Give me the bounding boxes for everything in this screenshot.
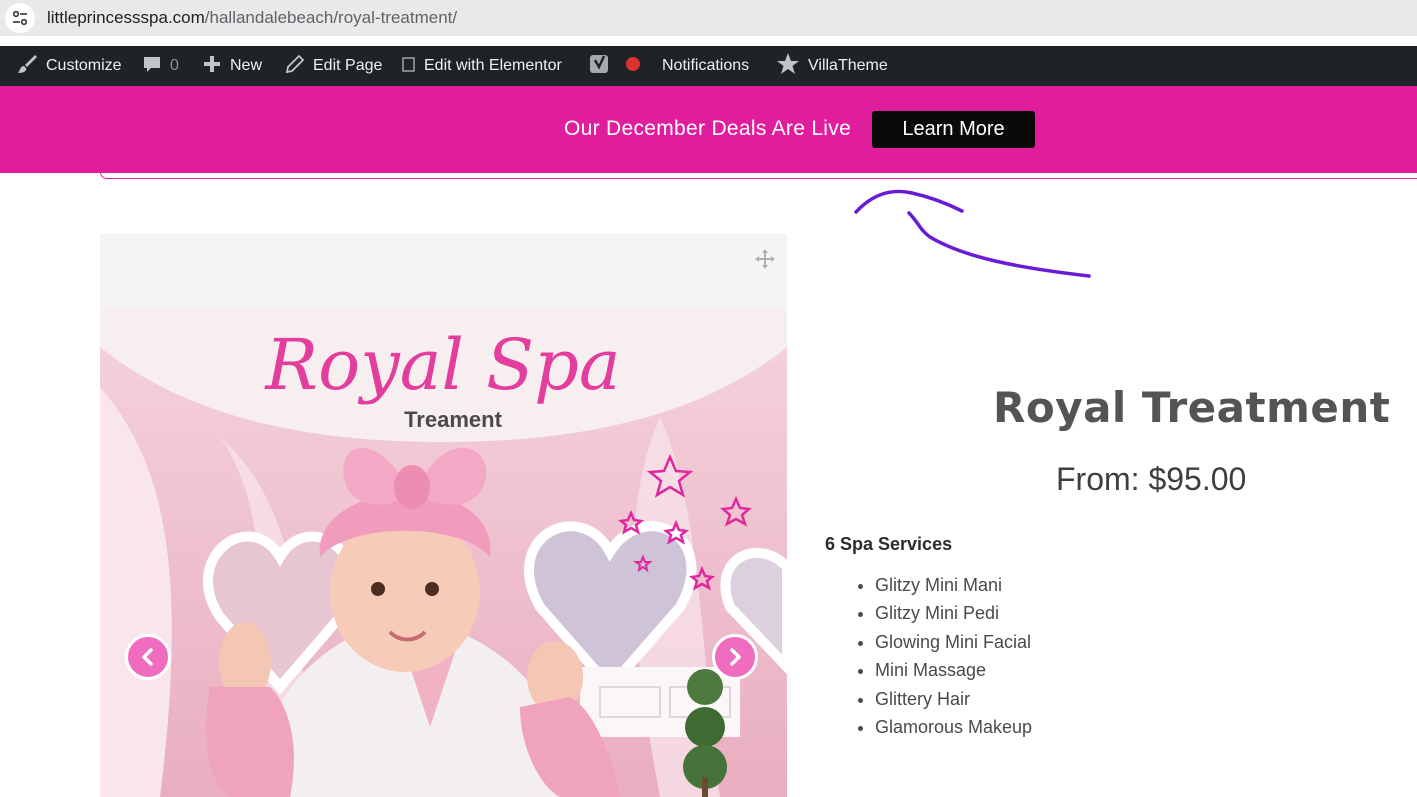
- wp-admin-bar: Customize 0 New Edit Page Edit with Elem…: [0, 46, 1417, 86]
- url-path: /hallandalebeach/royal-treatment/: [204, 8, 458, 27]
- services-heading: 6 Spa Services: [825, 534, 953, 554]
- customize-label: Customize: [46, 57, 122, 74]
- notifications-link[interactable]: Notifications: [654, 46, 749, 86]
- villatheme-label: VillaTheme: [808, 57, 888, 74]
- move-icon[interactable]: [754, 248, 776, 275]
- browser-address-bar[interactable]: littleprincessspa.com/hallandalebeach/ro…: [0, 0, 1417, 36]
- pencil-icon: [285, 54, 305, 79]
- edit-elementor-link[interactable]: Edit with Elementor: [402, 46, 562, 86]
- service-item: Glitzy Mini Mani: [875, 572, 1032, 600]
- comments-count: 0: [170, 57, 179, 74]
- edit-page-link[interactable]: Edit Page: [285, 46, 382, 86]
- gallery-next-button[interactable]: [712, 634, 758, 680]
- brush-icon: [16, 53, 38, 80]
- villatheme-link[interactable]: VillaTheme: [776, 46, 888, 86]
- image-title-text: Royal Spa: [263, 324, 620, 406]
- customize-link[interactable]: Customize: [16, 46, 122, 86]
- site-info-icon[interactable]: [5, 3, 35, 33]
- status-dot-icon: [625, 56, 641, 77]
- url-text[interactable]: littleprincessspa.com/hallandalebeach/ro…: [47, 8, 457, 28]
- yoast-link[interactable]: [589, 46, 641, 86]
- product-gallery: Royal Spa Treament: [100, 234, 787, 797]
- service-item: Mini Massage: [875, 657, 1032, 685]
- product-image: Royal Spa Treament: [100, 307, 787, 797]
- url-domain: littleprincessspa.com: [47, 8, 205, 27]
- header-divider: [100, 172, 1417, 179]
- comments-link[interactable]: 0: [142, 46, 179, 86]
- star-icon: [776, 52, 800, 81]
- service-item: Glamorous Makeup: [875, 714, 1032, 742]
- comment-icon: [142, 54, 162, 79]
- product-title: Royal Treatment: [993, 383, 1391, 432]
- browser-spacer: [0, 36, 1417, 46]
- notifications-label: Notifications: [662, 57, 750, 74]
- learn-more-button[interactable]: Learn More: [872, 111, 1035, 148]
- gallery-prev-button[interactable]: [125, 634, 171, 680]
- new-link[interactable]: New: [202, 46, 262, 86]
- image-subtitle-text: Treament: [404, 407, 502, 432]
- edit-page-label: Edit Page: [313, 57, 383, 74]
- services-list: Glitzy Mini Mani Glitzy Mini Pedi Glowin…: [855, 572, 1032, 742]
- edit-elementor-label: Edit with Elementor: [424, 57, 562, 74]
- service-item: Glowing Mini Facial: [875, 629, 1032, 657]
- new-label: New: [230, 57, 263, 74]
- product-price: From: $95.00: [1056, 461, 1247, 497]
- elementor-icon: [402, 56, 416, 77]
- chevron-left-icon: [142, 648, 153, 666]
- service-item: Glitzy Mini Pedi: [875, 600, 1032, 628]
- promo-text: Our December Deals Are Live: [564, 117, 852, 140]
- service-item: Glittery Hair: [875, 686, 1032, 714]
- promo-banner: Our December Deals Are Live Learn More: [0, 86, 1417, 173]
- plus-icon: [202, 54, 222, 79]
- chevron-right-icon: [730, 648, 741, 666]
- yoast-icon: [589, 52, 611, 81]
